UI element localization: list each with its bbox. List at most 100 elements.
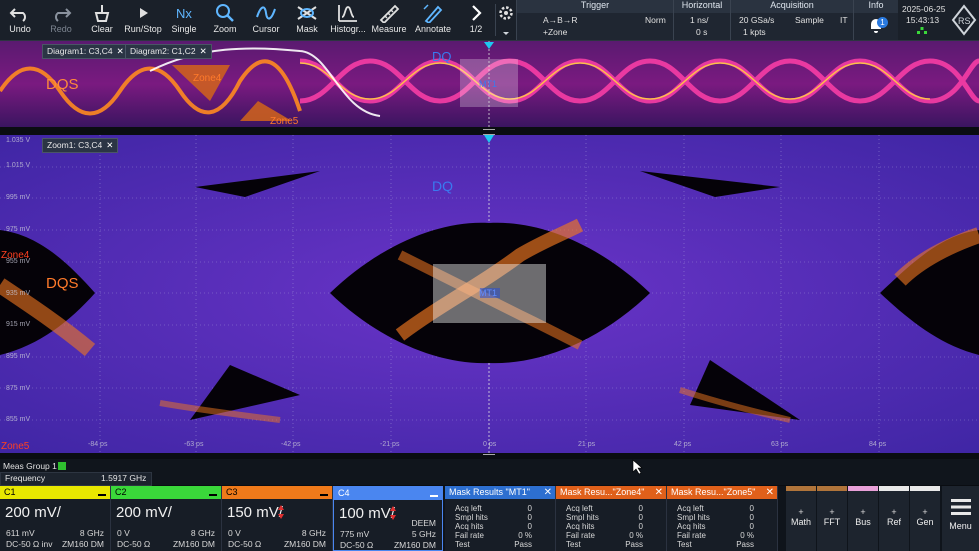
info-panel[interactable]: Info 1 (853, 0, 898, 40)
tab-diagram2-label: Diagram2: C1,C2 (130, 46, 196, 56)
cursor-button[interactable]: Cursor (246, 0, 286, 40)
horizontal-position: 0 s (696, 27, 708, 37)
add-gen-button[interactable]: + Gen (910, 486, 941, 551)
vertical-adjust-icon[interactable] (277, 504, 285, 520)
channel-c3[interactable]: C3 150 mV/ 0 V 8 GHz DC-50 Ω ZM160 DM (222, 486, 333, 551)
x-tick: -63 ps (184, 441, 204, 448)
redo-label: Redo (50, 24, 72, 34)
cursor-label: Cursor (252, 24, 280, 34)
plus-icon: + (829, 507, 835, 517)
channel-name: C3 (226, 487, 238, 497)
mask-row: Smpl hits 0 (677, 513, 772, 522)
add-bus-button[interactable]: + Bus (848, 486, 879, 551)
mask-results-zone4[interactable]: Mask Resu..."Zone4" ✕ Acq left 0 Smpl hits… (556, 486, 667, 551)
mask-results-mt1[interactable]: Mask Results "MT1" ✕ Acq left 0 Smpl hits 0… (445, 486, 556, 551)
channel-bandwidth: 5 GHz (411, 529, 436, 539)
y-tick: 1.015 V (6, 162, 31, 169)
add-math-button[interactable]: + Math (786, 486, 817, 551)
single-button[interactable]: Nx Single (164, 0, 204, 40)
x-tick: 0 ps (483, 441, 497, 448)
vertical-adjust-icon[interactable] (389, 505, 397, 521)
minimize-icon[interactable] (320, 494, 328, 496)
settings-button[interactable] (497, 4, 515, 22)
close-icon[interactable]: ✕ (655, 486, 663, 499)
ref-label: Ref (886, 517, 901, 527)
add-fft-button[interactable]: + FFT (817, 486, 848, 551)
minimize-icon[interactable] (430, 495, 438, 497)
y-tick: 855 mV (6, 416, 31, 423)
mask-row: Acq left 0 (455, 504, 550, 513)
trigger-panel[interactable]: Trigger A→B→R +Zone Norm (516, 0, 673, 40)
measurement-group[interactable]: Meas Group 1 Frequency 1.5917 GHz (0, 459, 979, 486)
redo-button[interactable]: Redo (41, 0, 81, 40)
annotate-button[interactable]: Annotate (410, 0, 456, 40)
mask-row: Acq hits 0 (455, 522, 550, 531)
acquisition-panel[interactable]: Acquisition 20 GSa/s Sample 1 kpts IT (730, 0, 853, 40)
meas-name: Frequency (5, 473, 46, 483)
close-icon[interactable]: ✕ (200, 46, 207, 56)
add-ref-button[interactable]: + Ref (879, 486, 910, 551)
network-icon (917, 27, 927, 34)
horizontal-panel[interactable]: Horizontal 1 ns/ 0 s (673, 0, 730, 40)
zoom1-mt1-label: MT1 (479, 288, 497, 298)
close-icon[interactable]: ✕ (117, 46, 124, 56)
measure-label: Measure (371, 24, 407, 34)
close-icon[interactable]: ✕ (106, 140, 113, 150)
x-tick: 63 ps (771, 441, 789, 448)
tab-diagram1[interactable]: Diagram1: C3,C4 ✕ (42, 44, 129, 59)
mask-row: Fail rate 0 % (455, 531, 550, 540)
meas-value: 1.5917 GHz (101, 473, 147, 483)
channel-c1[interactable]: C1 200 mV/ 611 mV 8 GHz DC-50 Ω inv ZM16… (0, 486, 111, 551)
mask-row-label: Acq left (566, 504, 593, 513)
zoom-button[interactable]: Zoom (205, 0, 245, 40)
measure-button[interactable]: Measure (369, 0, 409, 40)
channel-coupling: DC-50 Ω (340, 540, 374, 550)
zoom1-dq-label: DQ (432, 178, 453, 194)
time-text: 15:43:13 (906, 15, 940, 25)
zoom-label: Zoom (213, 24, 237, 34)
minimize-icon[interactable] (209, 494, 217, 496)
y-tick: 995 mV (6, 194, 31, 201)
undo-button[interactable]: Undo (0, 0, 40, 40)
rs-logo: RS (951, 3, 977, 37)
mask-title: Mask Results "MT1" (449, 487, 530, 497)
x-tick: -42 ps (281, 441, 301, 448)
meas-row-frequency[interactable]: Frequency 1.5917 GHz (0, 472, 152, 486)
next-page-button[interactable]: 1/2 (456, 0, 496, 40)
diagram1-panel[interactable]: Diagram1: C3,C4 ✕ Diagram2: C1,C2 ✕ DQS DQ… (0, 41, 979, 127)
menu-button[interactable]: Menu (942, 486, 979, 551)
channel-c2[interactable]: C2 200 mV/ 0 V 8 GHz DC-50 Ω ZM160 DM (111, 486, 222, 551)
trigger-sequence: A→B→R (543, 15, 578, 25)
horizontal-timebase: 1 ns/ (690, 15, 709, 25)
toolbar-divider (495, 4, 496, 36)
single-icon: Nx (176, 6, 192, 21)
mask-row-value: 0 % (629, 531, 643, 540)
tab-zoom1[interactable]: Zoom1: C3,C4 ✕ (42, 138, 119, 153)
channel-coupling: DC-50 Ω (117, 539, 151, 549)
zoom1-panel[interactable]: Zoom1: C3,C4 ✕ DQS DQ Zone4 Zone5 MT1 1.0… (0, 135, 979, 453)
mask-row-label: Acq left (455, 504, 482, 513)
histogram-icon (338, 5, 357, 22)
mask-row: Acq hits 0 (566, 522, 661, 531)
toolbar-dropdown[interactable] (500, 25, 512, 35)
gen-label: Gen (916, 517, 934, 527)
acquisition-rate: 20 GSa/s (739, 15, 775, 25)
minimize-icon[interactable] (98, 494, 106, 496)
clear-button[interactable]: Clear (82, 0, 122, 40)
channel-probe: ZM160 DM (283, 539, 326, 549)
mask-results-zone5[interactable]: Mask Resu..."Zone5" ✕ Acq left 0 Smpl hits… (667, 486, 778, 551)
info-header: Info (854, 0, 898, 13)
undo-label: Undo (9, 24, 31, 34)
close-icon[interactable]: ✕ (766, 486, 774, 499)
run-stop-button[interactable]: Run/Stop (123, 0, 163, 40)
close-icon[interactable]: ✕ (544, 486, 552, 499)
mask-row-label: Smpl hits (677, 513, 710, 522)
channel-c4[interactable]: C4 100 mV/ DEEM 775 mV 5 GHz DC-50 Ω ZM1… (333, 486, 443, 551)
info-badge: 1 (877, 17, 888, 28)
menu-label: Menu (949, 521, 972, 531)
single-label: Single (171, 24, 197, 34)
mask-button[interactable]: Mask (287, 0, 327, 40)
run-stop-icon (140, 8, 148, 18)
tab-diagram2[interactable]: Diagram2: C1,C2 ✕ (125, 44, 212, 59)
histogram-button[interactable]: Histogr... (328, 0, 368, 40)
